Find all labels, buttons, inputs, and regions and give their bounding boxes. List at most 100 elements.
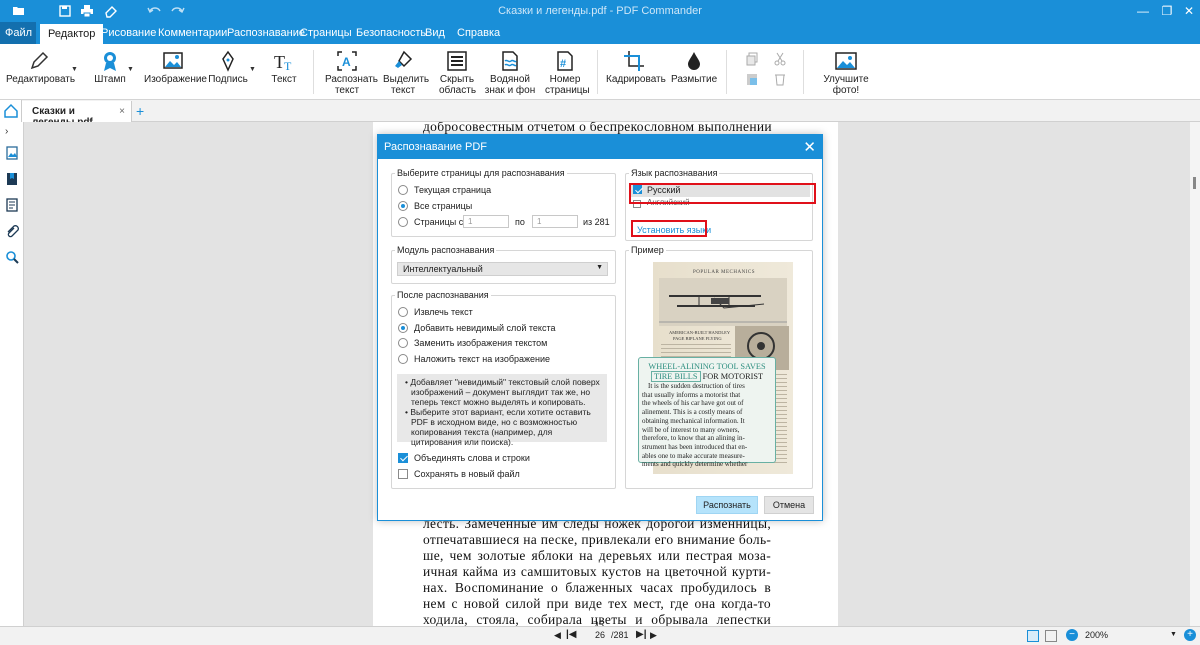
scroll-thumb[interactable]	[1193, 177, 1196, 189]
menu-drawing[interactable]: Рисование	[99, 22, 158, 44]
crop-button[interactable]: Кадрировать	[606, 50, 666, 85]
page-text-line: ичная кайма из самшитовых кустов на цвет…	[423, 564, 771, 579]
text-button[interactable]: TT Текст	[266, 50, 302, 85]
image-label: Изображение	[144, 74, 207, 85]
next-page-icon[interactable]: ▶	[650, 630, 657, 641]
menu-help[interactable]: Справка	[455, 22, 502, 44]
magazine-header: POPULAR MECHANICS	[693, 270, 755, 275]
save-new-file-checkbox[interactable]	[398, 469, 408, 479]
two-page-view-icon[interactable]	[1045, 630, 1057, 642]
menu-recognition[interactable]: Распознавание	[225, 22, 307, 44]
improve-photo-button[interactable]: Улучшите фото!	[812, 50, 880, 96]
radio-current-page[interactable]	[398, 185, 408, 195]
module-select-value: Интеллектуальный	[403, 264, 483, 274]
thumbnails-icon[interactable]	[5, 146, 19, 160]
total-pages-label: /281	[611, 630, 629, 640]
callout-line: strument has been introduced that en-	[642, 442, 748, 451]
invisible-layer-label: Добавить невидимый слой текста	[414, 323, 556, 333]
callout-line: obtaining mechanical information. It	[642, 416, 745, 425]
minimize-icon[interactable]: —	[1136, 4, 1150, 18]
radio-all-pages[interactable]	[398, 201, 408, 211]
stamp-button[interactable]: Штамп	[88, 50, 132, 85]
page-text-line: ше, чем золотые яблоки на деревьях или п…	[423, 548, 771, 563]
overlay-text-label: Наложить текст на изображение	[414, 354, 551, 364]
menu-pages[interactable]: Страницы	[298, 22, 354, 44]
callout-line: ables one to make accurate measure-	[642, 451, 745, 460]
copy-icon[interactable]	[745, 52, 759, 66]
search-icon[interactable]	[5, 250, 19, 264]
zoom-out-icon[interactable]: −	[1066, 629, 1078, 641]
chevron-down-icon[interactable]: ▼	[127, 66, 134, 73]
zoom-in-icon[interactable]: +	[1184, 629, 1196, 641]
menu-bar: Файл ▾ Редактор Рисование Комментарии Ра…	[0, 22, 1200, 61]
edit-text-icon	[28, 50, 50, 72]
page-number-button[interactable]: # Номер страницы	[543, 50, 590, 96]
tab-document[interactable]: Сказки и легенды.pdf ×	[22, 101, 132, 128]
last-page-icon[interactable]: ▶|	[636, 629, 647, 640]
pages-group-label: Выберите страницы для распознавания	[395, 168, 567, 178]
delete-icon[interactable]	[773, 72, 787, 86]
recognize-button[interactable]: Распознать	[696, 496, 758, 514]
vertical-scrollbar[interactable]	[1190, 122, 1200, 626]
signature-button[interactable]: Подпись	[206, 50, 250, 85]
blur-button[interactable]: Размытие	[671, 50, 717, 85]
radio-replace-images[interactable]	[398, 338, 408, 348]
blur-label: Размытие	[671, 74, 718, 85]
dialog-close-icon[interactable]: ✕	[803, 138, 816, 156]
edit-button[interactable]: Редактировать	[6, 50, 76, 85]
ribbon-toolbar: Редактировать ▼ Штамп ▼ Изображение Подп…	[0, 44, 1200, 100]
radio-overlay-text[interactable]	[398, 354, 408, 364]
expand-chevron-icon[interactable]: ›	[5, 126, 19, 140]
radio-extract-text[interactable]	[398, 307, 408, 317]
edit-label: Редактировать	[6, 74, 76, 85]
range-to-input[interactable]: 1	[532, 215, 578, 228]
close-window-icon[interactable]: ✕	[1182, 4, 1196, 18]
menu-editor[interactable]: Редактор	[40, 24, 104, 44]
maximize-icon[interactable]: ❐	[1160, 4, 1174, 18]
after-group-label: После распознавания	[395, 290, 491, 300]
first-page-icon[interactable]: |◀	[566, 629, 577, 640]
chevron-down-icon[interactable]: ▼	[249, 66, 256, 73]
hide-area-button[interactable]: Скрыть область	[436, 50, 478, 96]
cut-icon[interactable]	[773, 52, 787, 66]
bookmarks-icon[interactable]	[5, 172, 19, 186]
cancel-button[interactable]: Отмена	[764, 496, 814, 514]
signature-label: Подпись	[208, 74, 248, 85]
current-page-label: Текущая страница	[414, 185, 492, 195]
menu-security[interactable]: Безопасность	[354, 22, 428, 44]
ocr-callout: WHEEL-ALINING TOOL SAVES TIRE BILLS FOR …	[638, 357, 776, 468]
home-button[interactable]	[0, 100, 22, 122]
range-from-input[interactable]: 1	[463, 215, 509, 228]
highlight-text-button[interactable]: Выделить текст	[380, 50, 429, 96]
text-tool-icon: TT	[273, 50, 295, 73]
add-tab-icon[interactable]: +	[136, 103, 144, 119]
watermark-button[interactable]: Водяной знак и фон	[483, 50, 537, 96]
recognize-text-button[interactable]: A Распознать текст	[322, 50, 379, 96]
single-page-view-icon[interactable]	[1027, 630, 1039, 642]
merge-words-checkbox[interactable]	[398, 453, 408, 463]
radio-invisible-layer[interactable]	[398, 323, 408, 333]
menu-file[interactable]: Файл ▾	[0, 22, 36, 61]
example-group-label: Пример	[629, 245, 666, 255]
chevron-down-icon[interactable]: ▼	[71, 66, 78, 73]
comments-icon[interactable]	[5, 198, 19, 212]
chevron-down-icon[interactable]: ▼	[1170, 631, 1177, 638]
menu-comments[interactable]: Комментарии	[156, 22, 229, 44]
zoom-level-select[interactable]: 200%	[1085, 630, 1108, 640]
status-bar: ◀ |◀ 26 /281 ▶| ▶ − 200% ▼ +	[0, 626, 1200, 645]
image-button[interactable]: Изображение	[144, 50, 207, 85]
menu-view[interactable]: Вид	[423, 22, 447, 44]
ribbon-separator	[597, 50, 598, 94]
paste-icon[interactable]	[745, 72, 759, 86]
module-select[interactable]: Интеллектуальный ▼	[397, 262, 608, 276]
recognize-text-label: Распознать текст	[325, 74, 379, 96]
dialog-title-bar: Распознавание PDF ✕	[378, 135, 822, 159]
close-tab-icon[interactable]: ×	[119, 106, 125, 117]
ribbon-separator	[726, 50, 727, 94]
current-page-input[interactable]: 26	[595, 630, 605, 640]
prev-page-icon[interactable]: ◀	[554, 630, 561, 641]
radio-page-range[interactable]	[398, 217, 408, 227]
photo-enhance-icon	[835, 50, 857, 72]
crop-icon	[623, 50, 645, 72]
attachment-icon[interactable]	[5, 224, 19, 238]
